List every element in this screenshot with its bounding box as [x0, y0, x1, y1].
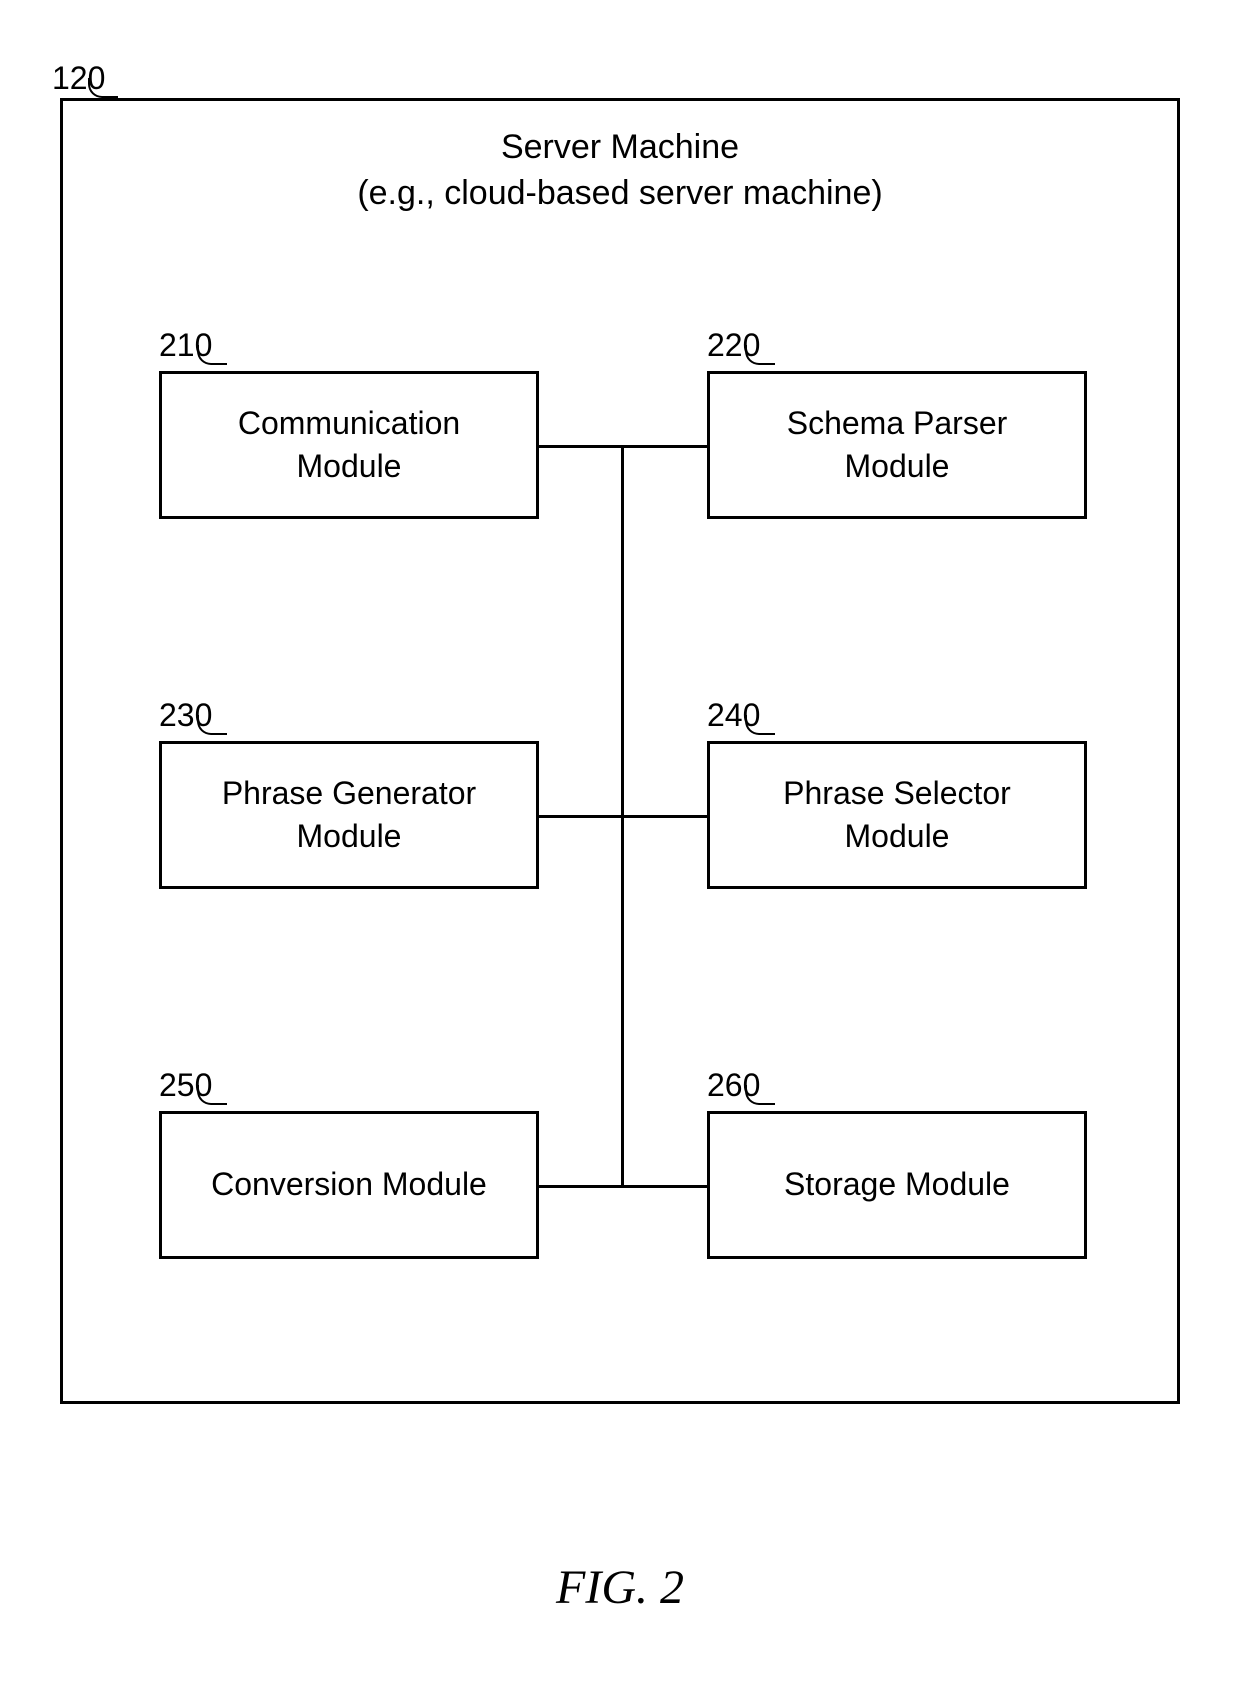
lead-line-icon: [88, 78, 118, 98]
phrase-selector-module-box: Phrase Selector Module: [707, 741, 1087, 889]
storage-module-box: Storage Module: [707, 1111, 1087, 1259]
communication-module-box: Communication Module: [159, 371, 539, 519]
server-machine-title: Server Machine (e.g., cloud-based server…: [63, 125, 1177, 217]
phrase-generator-module-box: Phrase Generator Module: [159, 741, 539, 889]
lead-line-icon: [745, 345, 775, 365]
lead-line-icon: [197, 715, 227, 735]
module-260-label: Storage Module: [784, 1163, 1010, 1206]
figure-caption: FIG. 2: [0, 1560, 1240, 1615]
server-machine-title-line1: Server Machine: [501, 128, 739, 166]
module-220-line1: Schema Parser: [787, 405, 1008, 441]
module-250-label: Conversion Module: [211, 1163, 487, 1206]
lead-line-icon: [197, 345, 227, 365]
module-220-line2: Module: [845, 448, 950, 484]
module-210-line2: Module: [297, 448, 402, 484]
module-230-line1: Phrase Generator: [222, 775, 476, 811]
lead-line-icon: [197, 1085, 227, 1105]
conversion-module-box: Conversion Module: [159, 1111, 539, 1259]
schema-parser-module-box: Schema Parser Module: [707, 371, 1087, 519]
server-machine-box: Server Machine (e.g., cloud-based server…: [60, 98, 1180, 1404]
lead-line-icon: [745, 715, 775, 735]
server-machine-title-line2: (e.g., cloud-based server machine): [357, 174, 882, 212]
module-210-line1: Communication: [238, 405, 460, 441]
module-240-line1: Phrase Selector: [783, 775, 1011, 811]
lead-line-icon: [745, 1085, 775, 1105]
module-240-line2: Module: [845, 818, 950, 854]
module-230-line2: Module: [297, 818, 402, 854]
